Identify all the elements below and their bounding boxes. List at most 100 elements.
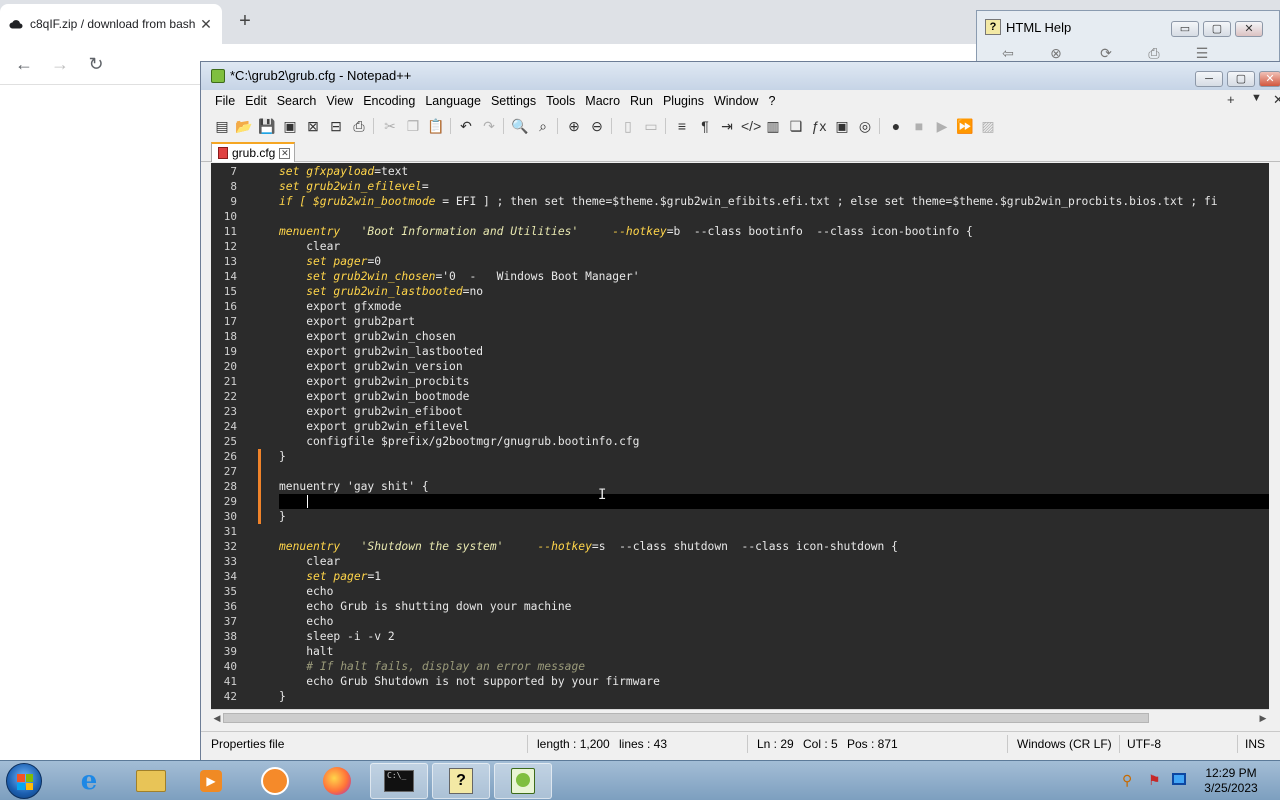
help-maximize-button[interactable]: ▢ [1203, 21, 1231, 37]
code-line[interactable]: export grub2win_lastbooted [279, 344, 1280, 359]
menu-edit[interactable]: Edit [245, 94, 275, 108]
taskbar-ie-button[interactable]: e [60, 763, 118, 799]
xml-tags-icon[interactable]: </> [741, 117, 761, 135]
close-file-icon[interactable]: ⊠ [304, 117, 322, 135]
back-button[interactable]: ← [12, 52, 36, 76]
show-all-chars-icon[interactable]: ¶ [696, 117, 714, 135]
menu-view[interactable]: View [326, 94, 361, 108]
code-line[interactable]: } [279, 689, 1280, 704]
menu-help[interactable]: ? [768, 94, 783, 108]
menu-settings[interactable]: Settings [491, 94, 544, 108]
help-minimize-button[interactable]: ▭ [1171, 21, 1199, 37]
flag-tray-icon[interactable]: ⚑ [1148, 772, 1161, 789]
code-line[interactable]: export grub2win_procbits [279, 374, 1280, 389]
help-close-button[interactable]: ✕ [1235, 21, 1263, 37]
new-file-icon[interactable]: ▤ [213, 117, 231, 135]
paste-icon[interactable]: 📋 [427, 117, 445, 135]
tab-close-icon[interactable]: ✕ [279, 147, 291, 159]
code-line[interactable]: halt [279, 644, 1280, 659]
menu-dropdown-icon[interactable]: ▼ [1251, 92, 1262, 104]
monitoring-icon[interactable]: ◎ [856, 117, 874, 135]
scroll-left-icon[interactable]: ◀ [211, 710, 223, 726]
npp-close-button[interactable]: ✕ [1259, 71, 1280, 87]
taskbar-help-button[interactable]: ? [432, 763, 490, 799]
redo-icon[interactable]: ↷ [480, 117, 498, 135]
sync-vertical-icon[interactable]: ▯ [619, 117, 637, 135]
npp-minimize-button[interactable]: ─ [1195, 71, 1223, 87]
save-all-icon[interactable]: ▣ [281, 117, 299, 135]
stop-recording-icon[interactable]: ■ [910, 117, 928, 135]
taskbar-notepadpp-button[interactable] [494, 763, 552, 799]
code-line[interactable]: set gfxpayload=text [279, 164, 1280, 179]
open-file-icon[interactable]: 📂 [235, 117, 253, 135]
code-line[interactable]: set grub2win_chosen='0 - Windows Boot Ma… [279, 269, 1280, 284]
menu-close-doc-icon[interactable]: ✕ [1273, 92, 1280, 108]
taskbar-firefox-button[interactable] [308, 763, 366, 799]
menu-language[interactable]: Language [425, 94, 489, 108]
code-line[interactable]: set pager=0 [279, 254, 1280, 269]
code-line[interactable]: export grub2part [279, 314, 1280, 329]
playback-icon[interactable]: ▶ [933, 117, 951, 135]
code-line[interactable]: clear [279, 554, 1280, 569]
sync-horizontal-icon[interactable]: ▭ [642, 117, 660, 135]
code-line[interactable]: echo [279, 584, 1280, 599]
menu-encoding[interactable]: Encoding [363, 94, 423, 108]
new-tab-button[interactable]: + [234, 10, 256, 32]
code-line[interactable]: if [ $grub2win_bootmode = EFI ] ; then s… [279, 194, 1280, 209]
zoom-out-icon[interactable]: ⊖ [588, 117, 606, 135]
code-line[interactable]: configfile $prefix/g2bootmgr/gnugrub.boo… [279, 434, 1280, 449]
menu-tools[interactable]: Tools [546, 94, 583, 108]
code-line[interactable]: set grub2win_lastbooted=no [279, 284, 1280, 299]
start-button[interactable] [6, 763, 42, 799]
search-tray-icon[interactable]: ⚲ [1122, 772, 1132, 789]
browser-tab-close-icon[interactable]: ✕ [198, 16, 214, 33]
taskbar-app-button[interactable] [246, 763, 304, 799]
reload-button[interactable]: ↻ [84, 52, 108, 76]
copy-icon[interactable]: ❐ [404, 117, 422, 135]
vertical-scrollbar[interactable] [1269, 163, 1280, 709]
menu-run[interactable]: Run [630, 94, 661, 108]
word-wrap-icon[interactable]: ≡ [673, 117, 691, 135]
taskbar-explorer-button[interactable] [122, 763, 180, 799]
code-line[interactable]: set grub2win_efilevel= [279, 179, 1280, 194]
menu-file[interactable]: File [215, 94, 243, 108]
save-macro-icon[interactable]: ▨ [979, 117, 997, 135]
code-line[interactable]: export grub2win_efiboot [279, 404, 1280, 419]
code-line[interactable] [279, 464, 1280, 479]
tab-grub-cfg[interactable]: grub.cfg ✕ [211, 142, 296, 162]
code-line[interactable] [279, 494, 1280, 509]
function-list-icon[interactable]: ƒx [810, 117, 828, 135]
horizontal-scrollbar[interactable]: ◀ ▶ [211, 709, 1269, 725]
close-all-icon[interactable]: ⊟ [327, 117, 345, 135]
code-line[interactable]: } [279, 509, 1280, 524]
code-line[interactable]: export grub2win_efilevel [279, 419, 1280, 434]
network-tray-icon[interactable] [1172, 773, 1186, 785]
scroll-right-icon[interactable]: ▶ [1257, 710, 1269, 726]
code-line[interactable]: sleep -i -v 2 [279, 629, 1280, 644]
npp-maximize-button[interactable]: ▢ [1227, 71, 1255, 87]
code-area[interactable]: set gfxpayload=text set grub2win_efilevel… [279, 163, 1280, 709]
find-icon[interactable]: 🔍 [511, 117, 529, 135]
code-line[interactable]: echo Grub is shutting down your machine [279, 599, 1280, 614]
taskbar-media-player-button[interactable]: ▶ [182, 763, 240, 799]
code-line[interactable]: export gfxmode [279, 299, 1280, 314]
code-line[interactable]: menuentry 'Boot Information and Utilitie… [279, 224, 1280, 239]
menu-plugins[interactable]: Plugins [663, 94, 712, 108]
cut-icon[interactable]: ✂ [381, 117, 399, 135]
code-line[interactable] [279, 209, 1280, 224]
taskbar-cmd-button[interactable]: C:\_ [370, 763, 428, 799]
document-map-icon[interactable]: ▥ [764, 117, 782, 135]
replace-icon[interactable]: ⌕ [534, 117, 552, 135]
menu-add-icon[interactable]: + [1227, 92, 1235, 107]
code-line[interactable]: echo [279, 614, 1280, 629]
menu-search[interactable]: Search [277, 94, 325, 108]
taskbar-clock[interactable]: 12:29 PM 3/25/2023 [1196, 766, 1266, 796]
code-line[interactable] [279, 524, 1280, 539]
forward-button[interactable]: → [48, 52, 72, 76]
menu-macro[interactable]: Macro [585, 94, 628, 108]
code-line[interactable]: export grub2win_bootmode [279, 389, 1280, 404]
code-line[interactable]: menuentry 'gay shit' { [279, 479, 1280, 494]
code-line[interactable]: echo Grub Shutdown is not supported by y… [279, 674, 1280, 689]
record-macro-icon[interactable]: ● [887, 117, 905, 135]
indent-guide-icon[interactable]: ⇥ [718, 117, 736, 135]
